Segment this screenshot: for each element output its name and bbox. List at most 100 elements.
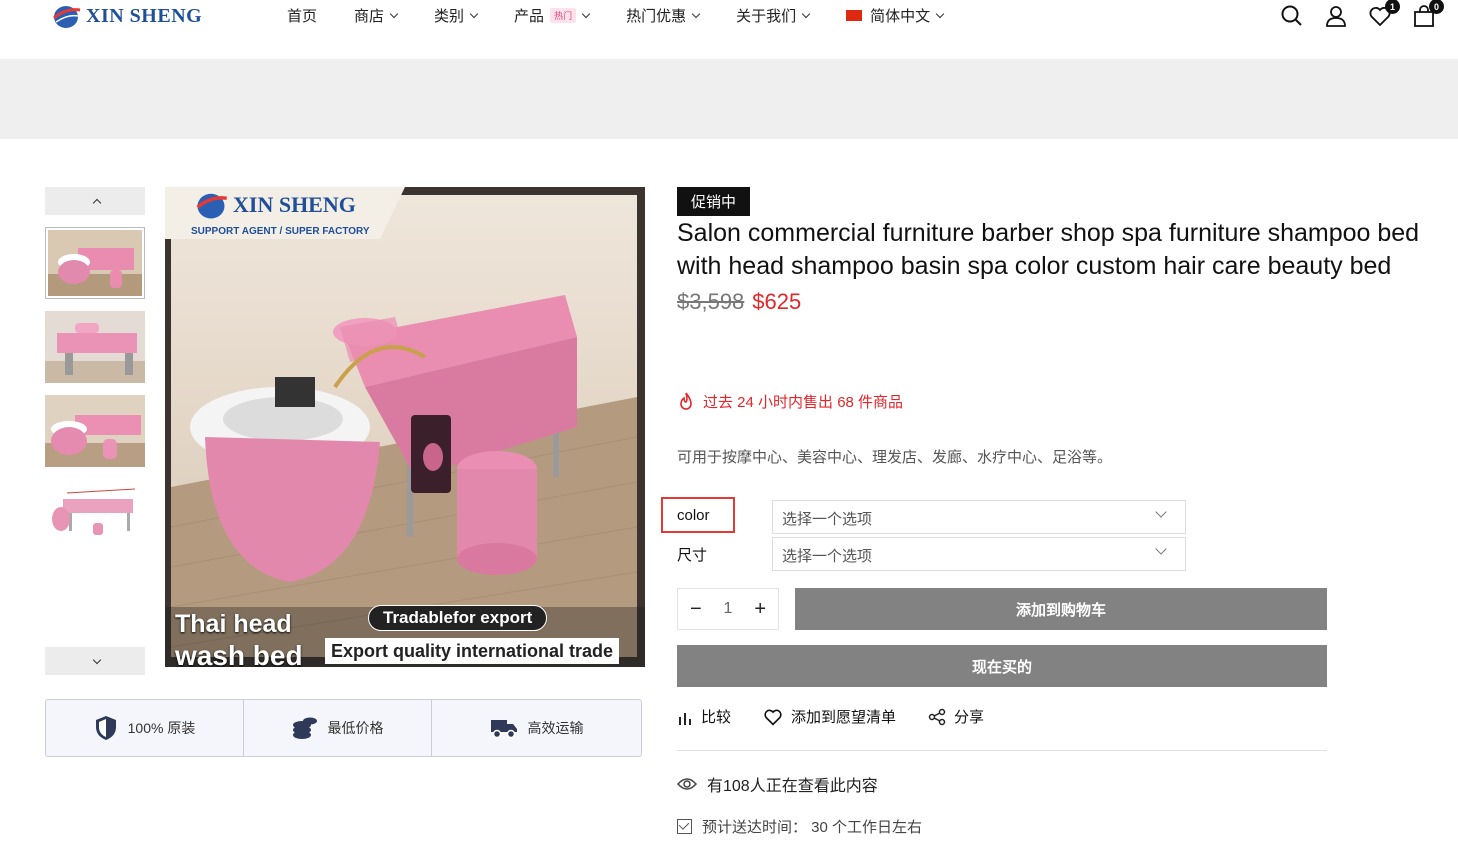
thumbnail-down-button[interactable]: [45, 647, 145, 675]
thumbnail-spacer: [45, 551, 145, 647]
badge-shipping: 高效运输: [432, 700, 641, 756]
product-description: 可用于按摩中心、美容中心、理发店、发廊、水疗中心、足浴等。: [677, 449, 1113, 466]
badge-lowest-price: 最低价格: [244, 700, 432, 756]
increase-button[interactable]: +: [754, 598, 766, 621]
thumbnail-image: [48, 230, 142, 296]
badge-label: 100% 原装: [127, 720, 196, 736]
compare-link[interactable]: 比较: [677, 706, 731, 727]
chevron-down-icon: [935, 9, 945, 19]
nav-label: 类别: [434, 8, 465, 25]
nav-home[interactable]: 首页: [287, 5, 317, 26]
share-icon: [928, 708, 946, 725]
main-product-image[interactable]: XIN SHENG SUPPORT AGENT / SUPER FACTORY …: [165, 187, 645, 667]
truck-icon: [490, 720, 517, 739]
caption-line: wash bed: [175, 640, 303, 667]
chevron-down-icon: [92, 655, 101, 664]
main-nav: 首页 商店 类别 产品 热门 热门优惠 关于我们 简体中文: [287, 5, 980, 26]
nav-label: 产品: [514, 8, 545, 25]
compare-label: 比较: [701, 709, 732, 726]
badge-label: 最低价格: [327, 720, 384, 736]
product-info: 促销中 Salon commercial furniture barber sh…: [677, 187, 1437, 315]
sold-notice: 过去 24 小时内售出 68 件商品: [677, 391, 903, 412]
viewers-text: 有108人正在查看此内容: [707, 778, 878, 795]
nav-label: 热门优惠: [626, 8, 687, 25]
thumbnail-image: [45, 479, 145, 551]
wishlist-label: 添加到愿望清单: [791, 709, 897, 726]
sold-text: 过去 24 小时内售出 68 件商品: [703, 394, 904, 411]
chevron-down-icon: [691, 9, 701, 19]
thumbnail-2[interactable]: [45, 311, 145, 383]
chevron-down-icon: [801, 9, 811, 19]
buy-now-button[interactable]: 现在买的: [677, 645, 1327, 687]
nav-shop[interactable]: 商店: [354, 5, 399, 26]
header-icons: 1 0: [1280, 0, 1444, 28]
logo-globe-icon: [196, 193, 227, 219]
chevron-down-icon: [581, 9, 591, 19]
variant-label-size: 尺寸: [677, 547, 708, 564]
delivery-text: 预计送达时间： 30 个工作日左右: [702, 819, 923, 836]
logo-globe-icon: [50, 2, 82, 30]
chevron-up-icon: [92, 198, 101, 208]
cart-icon[interactable]: 0: [1412, 0, 1444, 28]
checkbox-icon: [677, 819, 692, 834]
china-flag-icon: [846, 10, 863, 21]
thumbnail-3[interactable]: [45, 395, 145, 467]
hot-badge: 热门: [550, 8, 577, 23]
sale-badge: 促销中: [677, 187, 751, 216]
thumbnail-1[interactable]: [45, 227, 145, 299]
shield-icon: [95, 716, 116, 740]
caption-line: Thai head: [175, 610, 292, 638]
image-brand-text: XIN SHENG: [233, 192, 356, 217]
image-caption-pill: Tradablefor export: [368, 605, 548, 631]
product-photo: [165, 187, 645, 667]
page-banner: [0, 59, 1458, 139]
nav-label: 关于我们: [736, 8, 797, 25]
site-header: XIN SHENG 首页 商店 类别 产品 热门 热门优惠 关于我们 简体中文 1…: [0, 0, 1458, 58]
thumbnail-up-button[interactable]: [45, 187, 145, 215]
color-select[interactable]: 选择一个选项: [772, 500, 1186, 534]
eye-icon: [677, 778, 697, 790]
logo-text: XIN SHENG: [86, 4, 203, 27]
user-icon[interactable]: [1324, 4, 1348, 28]
nav-about[interactable]: 关于我们: [736, 5, 811, 26]
product-title: Salon commercial furniture barber shop s…: [677, 219, 1420, 280]
add-to-wishlist-link[interactable]: 添加到愿望清单: [763, 706, 896, 727]
chevron-down-icon: [389, 9, 399, 19]
site-logo[interactable]: XIN SHENG: [50, 2, 202, 30]
nav-products[interactable]: 产品 热门: [514, 5, 591, 26]
thumbnail-image: [45, 395, 145, 467]
badge-label: 高效运输: [527, 720, 584, 736]
thumbnail-strip: [45, 187, 145, 675]
thumbnail-4[interactable]: [45, 479, 145, 551]
trust-badges: 100% 原装 最低价格 高效运输: [45, 699, 642, 757]
quantity-stepper: − 1 +: [677, 588, 779, 630]
image-brand-overlay: XIN SHENG: [193, 189, 356, 221]
image-caption-left: Thai head wash bed: [175, 609, 303, 667]
coins-icon: [292, 717, 317, 739]
badge-original: 100% 原装: [46, 700, 244, 756]
product-actions: 比较 添加到愿望清单 分享: [677, 706, 984, 727]
thumbnail-image: [45, 311, 145, 383]
variant-label-color: color: [677, 507, 710, 524]
image-tagline: SUPPORT AGENT / SUPER FACTORY: [191, 226, 370, 237]
add-to-cart-button[interactable]: 添加到购物车: [795, 588, 1327, 630]
size-select[interactable]: 选择一个选项: [772, 537, 1186, 571]
decrease-button[interactable]: −: [690, 598, 702, 621]
delivery-estimate: 预计送达时间： 30 个工作日左右: [677, 816, 922, 837]
nav-language[interactable]: 简体中文: [846, 5, 945, 26]
nav-categories[interactable]: 类别: [434, 5, 479, 26]
share-link[interactable]: 分享: [928, 706, 984, 727]
old-price: $3,598: [677, 289, 745, 314]
price-block: $3,598 $625: [677, 289, 1437, 315]
wishlist-count: 1: [1385, 0, 1400, 14]
chevron-down-icon: [1155, 506, 1167, 518]
heart-icon: [764, 709, 782, 726]
cart-count: 0: [1429, 0, 1444, 14]
current-price: $625: [752, 289, 802, 314]
wishlist-icon[interactable]: 1: [1368, 0, 1400, 28]
search-icon[interactable]: [1280, 4, 1304, 28]
quantity-value[interactable]: 1: [724, 600, 733, 618]
nav-hot-deals[interactable]: 热门优惠: [626, 5, 701, 26]
share-label: 分享: [954, 709, 985, 726]
viewers-notice: 有108人正在查看此内容: [677, 772, 878, 796]
